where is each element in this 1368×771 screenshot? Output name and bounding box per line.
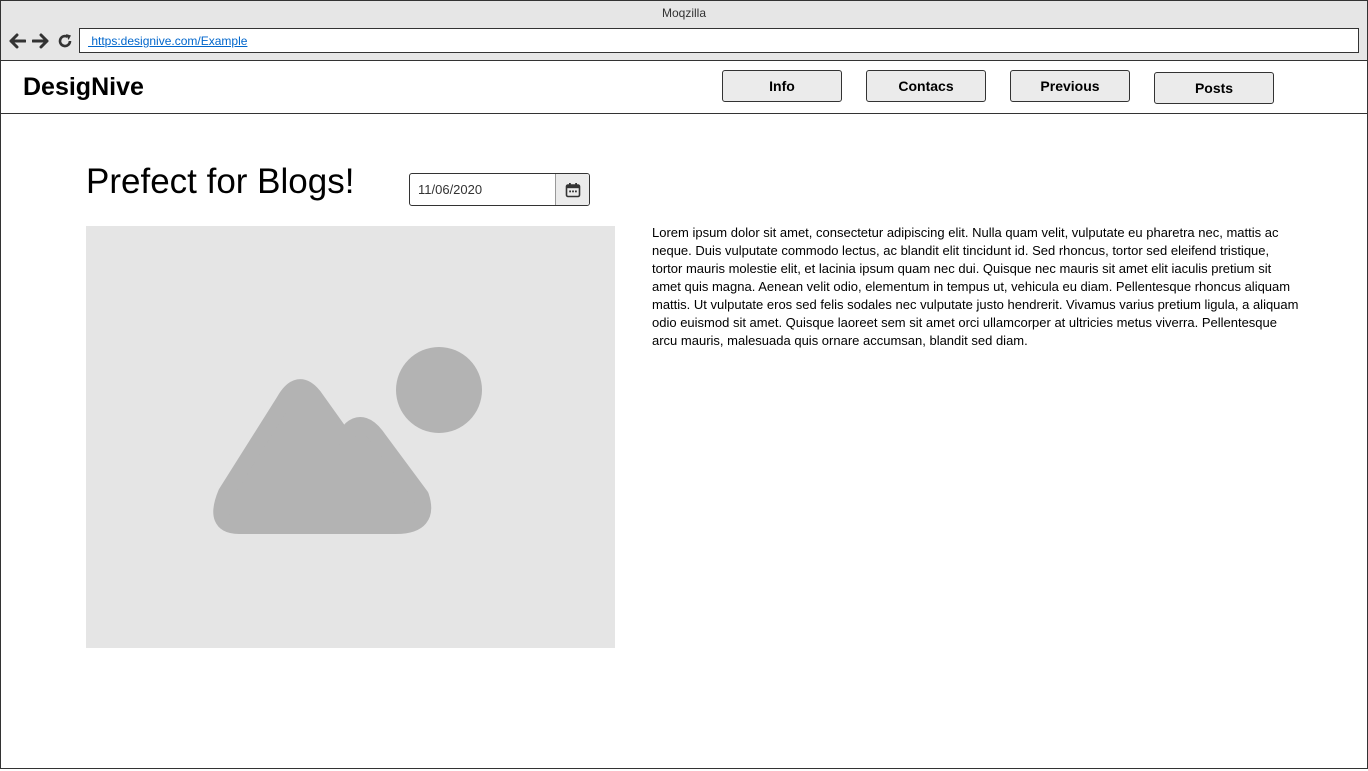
calendar-button[interactable] xyxy=(555,174,589,205)
arrow-left-icon xyxy=(9,33,26,49)
window-title: Moqzilla xyxy=(661,6,706,20)
posts-button[interactable]: Posts xyxy=(1154,72,1274,104)
arrow-right-icon xyxy=(32,33,49,49)
browser-titlebar: Moqzilla https:designive.com/Example xyxy=(1,1,1367,61)
forward-button[interactable] xyxy=(31,31,51,51)
site-header: DesigNive Info Contacs Previous Posts xyxy=(1,61,1367,114)
site-logo[interactable]: DesigNive xyxy=(23,73,144,102)
date-input[interactable]: 11/06/2020 xyxy=(418,182,482,197)
reload-button[interactable] xyxy=(55,31,75,51)
info-button[interactable]: Info xyxy=(722,70,842,102)
article-body: Lorem ipsum dolor sit amet, consectetur … xyxy=(652,225,1299,348)
address-url[interactable]: https:designive.com/Example xyxy=(88,34,247,48)
contacts-button[interactable]: Contacs xyxy=(866,70,986,102)
previous-button[interactable]: Previous xyxy=(1010,70,1130,102)
image-placeholder-icon xyxy=(213,347,482,534)
date-picker[interactable]: 11/06/2020 xyxy=(409,173,590,206)
address-bar[interactable]: https:designive.com/Example xyxy=(79,28,1359,53)
browser-window: Moqzilla https:designive.com/Example Des… xyxy=(0,0,1368,769)
reload-icon xyxy=(58,34,72,48)
calendar-icon xyxy=(565,182,580,197)
blog-image xyxy=(86,226,615,648)
page-title: Prefect for Blogs! xyxy=(86,162,355,201)
back-button[interactable] xyxy=(7,31,27,51)
